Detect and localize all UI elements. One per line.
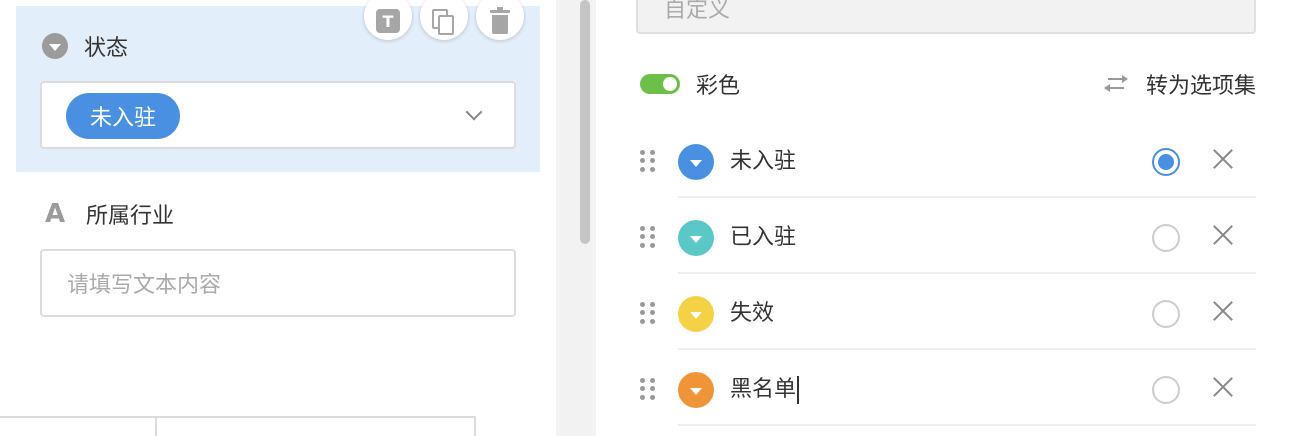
industry-input[interactable]: 请填写文本内容 <box>40 249 516 317</box>
selected-status-tag: 未入驻 <box>66 93 181 139</box>
option-color-icon[interactable] <box>678 144 714 180</box>
trash-icon <box>490 7 510 34</box>
option-label[interactable]: 未入驻 <box>730 144 796 180</box>
close-icon[interactable] <box>1210 222 1236 248</box>
delete-field-button[interactable] <box>476 0 524 40</box>
color-toggle[interactable] <box>640 74 680 94</box>
drag-handle-icon[interactable] <box>640 226 658 248</box>
dropdown-field-icon <box>42 33 68 59</box>
text-cursor <box>797 376 800 404</box>
option-item: 已入驻 <box>636 198 1256 274</box>
field-settings-panel: 自定义 彩色 转为选项集 未入驻 已入驻 失效 黑名单 <box>596 0 1298 436</box>
color-toggle-label: 彩色 <box>696 74 741 99</box>
status-field-title: 状态 <box>42 30 128 62</box>
option-label-text: 黑名单 <box>730 377 797 402</box>
option-label[interactable]: 已入驻 <box>730 220 796 256</box>
default-option-radio[interactable] <box>1152 300 1180 328</box>
table-field-stub <box>0 416 476 436</box>
industry-field-label: 所属行业 <box>86 204 175 229</box>
copy-field-button[interactable] <box>420 0 468 40</box>
option-color-icon[interactable] <box>678 296 714 332</box>
text-field-icon: A <box>44 199 66 229</box>
drag-handle-icon[interactable] <box>640 378 658 400</box>
default-option-radio[interactable] <box>1152 148 1180 176</box>
option-color-icon[interactable] <box>678 372 714 408</box>
status-select[interactable]: 未入驻 <box>40 81 516 149</box>
field-type-button[interactable]: T <box>364 0 412 40</box>
copy-icon <box>432 9 456 35</box>
option-label[interactable]: 失效 <box>730 296 774 332</box>
swap-icon <box>1103 74 1128 94</box>
canvas-scrollbar-track <box>556 0 596 436</box>
option-item: 黑名单 <box>636 350 1256 426</box>
option-source-select[interactable]: 自定义 <box>636 0 1256 34</box>
default-option-radio[interactable] <box>1152 376 1180 404</box>
drag-handle-icon[interactable] <box>640 150 658 172</box>
form-canvas: T 状态 未入驻 A 所属行业 请填写文本内容 <box>0 0 556 436</box>
canvas-scrollbar-thumb[interactable] <box>580 0 590 244</box>
option-item: 未入驻 <box>636 122 1256 198</box>
option-color-icon[interactable] <box>678 220 714 256</box>
drag-handle-icon[interactable] <box>640 302 658 324</box>
option-source-value: 自定义 <box>664 0 731 23</box>
option-item: 失效 <box>636 274 1256 350</box>
convert-label: 转为选项集 <box>1145 74 1256 99</box>
option-label-editing[interactable]: 黑名单 <box>730 372 800 408</box>
industry-field-title: A 所属行业 <box>42 198 174 230</box>
text-tool-icon: T <box>376 9 400 33</box>
default-option-radio[interactable] <box>1152 224 1180 252</box>
close-icon[interactable] <box>1210 146 1236 172</box>
chevron-down-icon[interactable] <box>465 103 483 121</box>
close-icon[interactable] <box>1210 298 1236 324</box>
close-icon[interactable] <box>1210 374 1236 400</box>
color-toggle-row: 彩色 <box>640 66 740 102</box>
convert-to-option-set-button[interactable]: 转为选项集 <box>1103 66 1256 102</box>
status-field-label: 状态 <box>84 36 129 61</box>
